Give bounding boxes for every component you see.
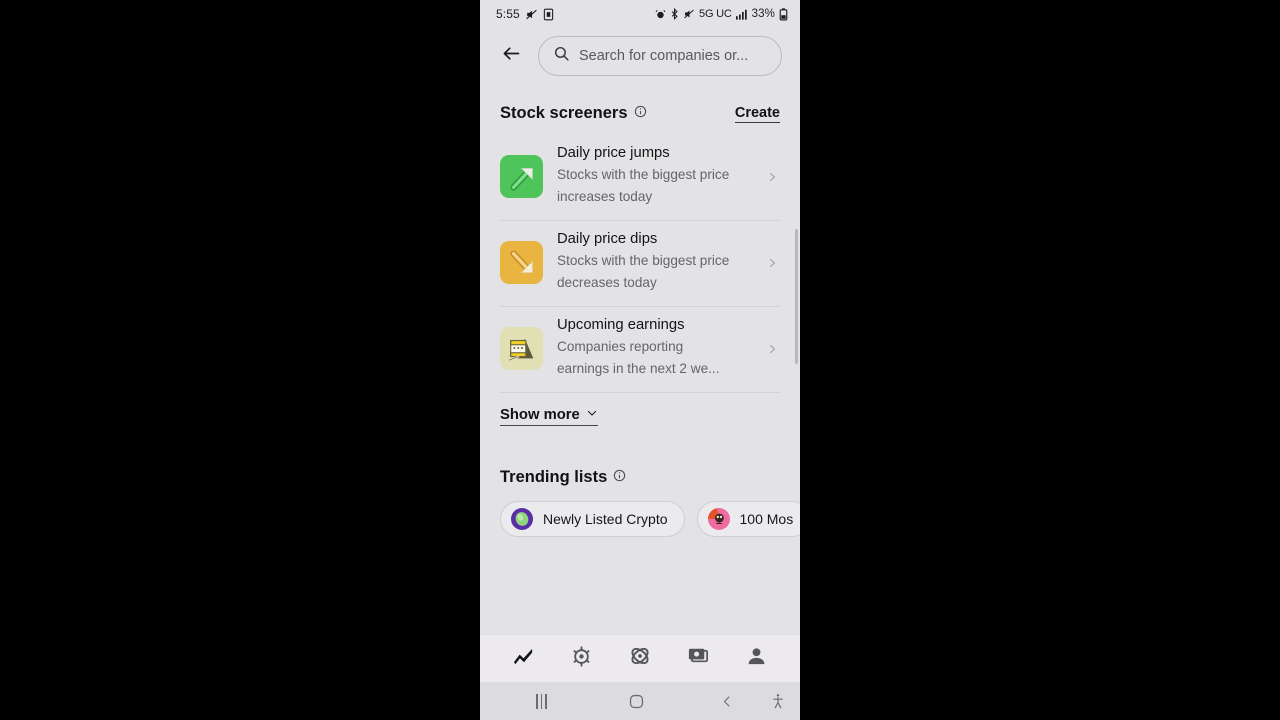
- chevron-right-icon[interactable]: [764, 343, 780, 355]
- list-item[interactable]: Upcoming earnings Companies reporting ea…: [500, 307, 780, 394]
- system-nav-bar: [480, 682, 800, 720]
- list-item-title: Daily price dips: [557, 231, 658, 248]
- bluetooth-icon: [670, 8, 679, 20]
- chip-newly-listed-crypto[interactable]: Newly Listed Crypto: [500, 501, 685, 538]
- crypto-coin-icon: [570, 645, 593, 673]
- accessibility-icon[interactable]: [770, 693, 786, 710]
- chevron-down-icon: [586, 407, 598, 423]
- main-content: Stock screeners Create Daily price jumps…: [480, 84, 800, 632]
- create-button[interactable]: Create: [734, 105, 780, 123]
- line-chart-icon: [512, 645, 535, 673]
- chip-label: Newly Listed Crypto: [543, 511, 668, 528]
- search-placeholder: Search for companies or...: [579, 48, 749, 64]
- trending-header: Trending lists: [480, 426, 800, 487]
- list-item-text: Daily price jumps Stocks with the bigges…: [557, 145, 750, 208]
- network-label: 5G UC: [699, 8, 732, 20]
- list-item-subtitle: Companies reporting earnings in the next…: [557, 339, 720, 377]
- chip-label: 100 Mos: [739, 511, 794, 528]
- search-bar: Search for companies or...: [480, 28, 800, 84]
- banknote-icon: [686, 644, 711, 674]
- list-item[interactable]: Daily price jumps Stocks with the bigges…: [500, 135, 780, 222]
- list-item[interactable]: Daily price dips Stocks with the biggest…: [500, 221, 780, 308]
- orange-down-arrow-tile-icon: [500, 241, 543, 285]
- mute-icon: [525, 8, 538, 21]
- tab-cash[interactable]: [678, 639, 718, 679]
- chip-100-most[interactable]: 100 Mos: [696, 501, 800, 538]
- tab-crypto[interactable]: [562, 639, 602, 679]
- list-item-subtitle: Stocks with the biggest price decreases …: [557, 253, 730, 291]
- pink-avatar-icon: [707, 507, 731, 531]
- status-bar: 5:55 5G UC 33%: [480, 0, 800, 28]
- search-icon: [553, 45, 570, 67]
- list-item-title: Upcoming earnings: [557, 317, 685, 334]
- screeners-list: Daily price jumps Stocks with the bigges…: [480, 135, 800, 394]
- status-bar-left: 5:55: [496, 7, 554, 21]
- info-icon[interactable]: [613, 468, 626, 487]
- tab-markets[interactable]: [503, 639, 543, 679]
- chevron-right-icon[interactable]: [764, 171, 780, 183]
- atom-orbit-icon: [628, 644, 652, 673]
- trending-title-label: Trending lists: [500, 468, 608, 487]
- tab-account[interactable]: [737, 639, 777, 679]
- screen-root: 5:55 5G UC 33% Search for companies or..…: [0, 0, 1280, 720]
- page-title: Stock screeners: [500, 104, 647, 123]
- list-item-text: Daily price dips Stocks with the biggest…: [557, 231, 750, 294]
- alarm-icon: [655, 9, 666, 20]
- list-item-text: Upcoming earnings Companies reporting ea…: [557, 317, 750, 380]
- tab-discover[interactable]: [620, 639, 660, 679]
- screeners-header: Stock screeners Create: [480, 84, 800, 123]
- signal-bars-icon: [735, 9, 748, 20]
- battery-percent: 33%: [751, 8, 775, 20]
- back-icon[interactable]: [720, 694, 735, 709]
- battery-icon: [779, 7, 788, 21]
- trending-chips: Newly Listed Crypto 100 Mos: [480, 487, 800, 538]
- recent-apps-icon[interactable]: [536, 693, 547, 709]
- crypto-avatar-icon: [510, 507, 534, 531]
- show-more-button[interactable]: Show more: [500, 407, 598, 427]
- show-more-label: Show more: [500, 407, 580, 424]
- trending-title: Trending lists: [500, 468, 780, 487]
- back-button[interactable]: [494, 39, 528, 73]
- status-clock: 5:55: [496, 7, 520, 21]
- screeners-title-label: Stock screeners: [500, 104, 628, 122]
- home-icon[interactable]: [628, 693, 645, 710]
- sim-card-icon: [543, 8, 554, 21]
- back-arrow-icon: [501, 43, 522, 69]
- search-input[interactable]: Search for companies or...: [538, 36, 782, 76]
- phone-viewport: 5:55 5G UC 33% Search for companies or..…: [480, 0, 800, 720]
- bottom-nav-bar: [480, 634, 800, 682]
- calendar-tile-icon: [500, 327, 543, 371]
- vibrate-off-icon: [683, 8, 695, 20]
- list-item-subtitle: Stocks with the biggest price increases …: [557, 167, 730, 205]
- status-bar-right: 5G UC 33%: [655, 7, 788, 21]
- list-item-title: Daily price jumps: [557, 145, 670, 161]
- green-up-arrow-tile-icon: [500, 155, 543, 199]
- vertical-scrollbar[interactable]: [795, 229, 798, 364]
- info-icon[interactable]: [634, 104, 647, 123]
- person-icon: [745, 645, 768, 673]
- chevron-right-icon[interactable]: [764, 257, 780, 269]
